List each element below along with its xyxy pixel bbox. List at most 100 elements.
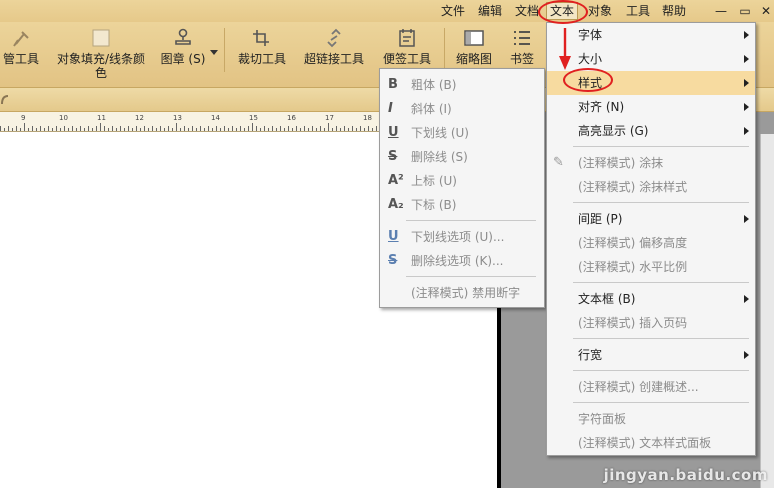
text-menu-item[interactable]: (注释模式) 偏移高度 — [547, 231, 755, 255]
text-menu-item[interactable]: 行宽 — [547, 343, 755, 367]
ruler-label: 15 — [249, 114, 258, 122]
ruler-tick — [216, 126, 217, 131]
ruler-tick — [320, 126, 321, 131]
ruler-tick — [352, 126, 353, 131]
ruler-tick — [376, 126, 377, 131]
ruler-tick — [328, 123, 329, 131]
style-menu-item[interactable]: A² 上标 (U) — [380, 169, 544, 193]
tool-note[interactable]: 便签工具 — [378, 28, 436, 66]
menu-item-label: 删除线 (S) — [411, 150, 468, 164]
text-menu-item[interactable]: 对齐 (N) — [547, 95, 755, 119]
menu-item-label: (注释模式) 插入页码 — [578, 316, 688, 330]
style-menu-item[interactable]: U 下划线选项 (U)... — [380, 225, 544, 249]
text-menu-item[interactable]: 文本框 (B) — [547, 287, 755, 311]
ruler-tick — [92, 128, 93, 131]
text-menu-item[interactable]: (注释模式) 创建概述... — [547, 375, 755, 399]
ruler-label: 14 — [211, 114, 220, 122]
menu-object[interactable]: 对象 — [588, 3, 612, 19]
text-menu-item[interactable]: 字体 — [547, 23, 755, 47]
text-menu-item[interactable]: 高亮显示 (G) — [547, 119, 755, 143]
subscript-icon: A₂ — [388, 197, 404, 212]
ruler-tick — [136, 126, 137, 131]
ruler-tick — [336, 126, 337, 131]
tool-fill-color[interactable]: 对象填充/线条颜色 — [54, 28, 148, 80]
text-menu-item[interactable]: 大小 — [547, 47, 755, 71]
tool-label: 对象填充/线条颜色 — [56, 52, 146, 80]
ruler-tick — [96, 126, 97, 131]
ruler-tick — [124, 128, 125, 131]
text-menu-item[interactable]: (注释模式) 插入页码 — [547, 311, 755, 335]
menu-separator — [406, 220, 536, 221]
ruler-tick — [160, 126, 161, 131]
maximize-button[interactable]: ▭ — [736, 2, 754, 20]
menu-document[interactable]: 文档 — [515, 3, 539, 19]
ruler-tick — [364, 128, 365, 131]
ruler-label: 12 — [135, 114, 144, 122]
ruler-tick — [40, 126, 41, 131]
menu-help[interactable]: 帮助 — [662, 3, 686, 19]
ruler-tick — [0, 126, 1, 131]
ruler-tick — [20, 128, 21, 131]
vertical-scrollbar[interactable] — [760, 134, 774, 488]
menu-item-label: (注释模式) 涂抹样式 — [578, 180, 688, 194]
highlight-circle — [538, 0, 588, 24]
underline-icon: U — [388, 125, 399, 140]
close-button[interactable]: ✕ — [757, 2, 774, 20]
ruler-tick — [292, 128, 293, 131]
menu-file[interactable]: 文件 — [441, 3, 465, 19]
style-menu-item[interactable]: S 删除线 (S) — [380, 145, 544, 169]
style-menu-item[interactable]: S 删除线选项 (K)... — [380, 249, 544, 273]
menu-item-label: 行宽 — [578, 348, 603, 362]
tool-pin[interactable]: 管工具 — [0, 28, 42, 66]
style-menu-item[interactable]: B 粗体 (B) — [380, 73, 544, 97]
ruler-tick — [340, 128, 341, 131]
link-icon — [327, 28, 341, 48]
text-menu-item[interactable]: (注释模式) 水平比例 — [547, 255, 755, 279]
text-menu-item[interactable]: ✎ (注释模式) 涂抹 — [547, 151, 755, 175]
style-menu-item[interactable]: A₂ 下标 (B) — [380, 193, 544, 217]
ruler-tick — [192, 126, 193, 131]
style-menu-item[interactable]: U 下划线 (U) — [380, 121, 544, 145]
ruler-tick — [180, 128, 181, 131]
ruler-tick — [304, 126, 305, 131]
crop-icon — [253, 30, 269, 46]
tool-crop[interactable]: 裁切工具 — [234, 28, 290, 66]
ruler-tick — [32, 126, 33, 131]
ruler-tick — [48, 126, 49, 131]
ruler-tick — [196, 128, 197, 131]
style-menu-item[interactable]: (注释模式) 禁用断字 — [380, 281, 544, 305]
tool-label: 图章 (S) — [160, 52, 206, 66]
hand-tool-icon[interactable] — [0, 94, 8, 106]
tool-label: 便签工具 — [382, 52, 431, 66]
menu-separator — [573, 282, 749, 283]
text-menu-item[interactable]: 间距 (P) — [547, 207, 755, 231]
menu-item-label: 下划线 (U) — [411, 126, 469, 140]
tool-stamp[interactable]: 图章 (S) — [160, 28, 206, 66]
menu-separator — [406, 276, 536, 277]
tool-label: 书签 — [509, 52, 534, 66]
tool-hyperlink[interactable]: 超链接工具 — [300, 28, 368, 66]
menu-item-label: 字符面板 — [578, 412, 627, 426]
menu-item-label: 下标 (B) — [411, 198, 457, 212]
ruler-tick — [52, 128, 53, 131]
ruler-tick — [116, 128, 117, 131]
ruler-tick — [236, 128, 237, 131]
text-menu-item[interactable]: (注释模式) 文本样式面板 — [547, 431, 755, 455]
menu-item-label: 文本框 (B) — [578, 292, 636, 306]
chevron-down-icon[interactable] — [210, 50, 218, 56]
ruler-tick — [156, 128, 157, 131]
minimize-button[interactable]: — — [712, 2, 730, 20]
menu-edit[interactable]: 编辑 — [478, 3, 502, 19]
toolbar-divider — [224, 28, 225, 72]
text-menu-item[interactable]: 字符面板 — [547, 407, 755, 431]
ruler-tick — [120, 126, 121, 131]
tool-thumbnail[interactable]: 缩略图 — [452, 28, 496, 66]
text-menu-item[interactable]: (注释模式) 涂抹样式 — [547, 175, 755, 199]
ruler-label: 18 — [363, 114, 372, 122]
menu-item-label: 间距 (P) — [578, 212, 623, 226]
ruler-tick — [324, 128, 325, 131]
style-menu-item[interactable]: I 斜体 (I) — [380, 97, 544, 121]
bold-icon: B — [388, 77, 398, 92]
menu-tools[interactable]: 工具 — [626, 3, 650, 19]
tool-bookmark[interactable]: 书签 — [502, 28, 542, 66]
